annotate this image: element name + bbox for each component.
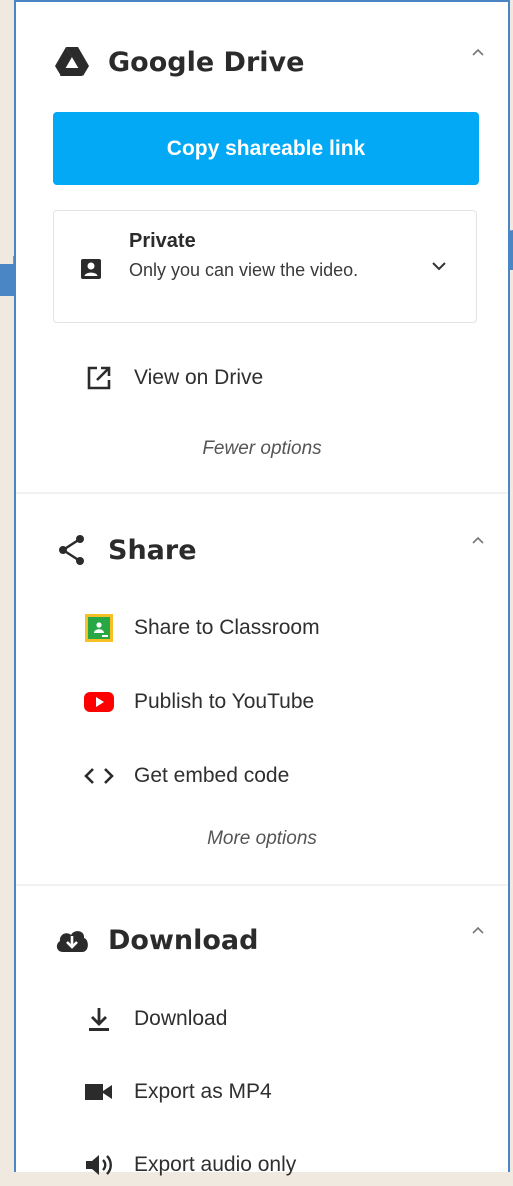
export-audio-item[interactable]: Export audio only xyxy=(82,1147,296,1183)
cloud-download-icon xyxy=(54,922,90,958)
collapse-share-icon[interactable] xyxy=(470,532,486,548)
export-mp4-item[interactable]: Export as MP4 xyxy=(82,1074,272,1110)
share-title: Share xyxy=(108,534,197,566)
share-section: Share Share to Classroom Publish to YouT… xyxy=(16,494,508,886)
download-item[interactable]: Download xyxy=(82,1001,227,1037)
code-icon xyxy=(82,759,116,793)
classroom-icon xyxy=(82,611,116,645)
share-header[interactable]: Share xyxy=(54,532,197,568)
chevron-down-icon[interactable] xyxy=(430,259,448,277)
get-embed-code-label: Get embed code xyxy=(134,764,290,787)
download-icon xyxy=(82,1002,116,1036)
fewer-options-link[interactable]: Fewer options xyxy=(16,438,508,460)
view-on-drive-link[interactable]: View on Drive xyxy=(82,360,263,396)
google-drive-title: Google Drive xyxy=(108,46,305,78)
view-on-drive-label: View on Drive xyxy=(134,366,264,389)
youtube-icon xyxy=(82,685,116,719)
more-options-link[interactable]: More options xyxy=(16,828,508,850)
get-embed-code-item[interactable]: Get embed code xyxy=(82,758,289,794)
copy-shareable-link-button[interactable]: Copy shareable link xyxy=(53,112,479,185)
collapse-drive-icon[interactable] xyxy=(470,44,486,60)
privacy-dropdown[interactable]: Private Only you can view the video. xyxy=(53,210,477,323)
video-camera-icon xyxy=(82,1075,116,1109)
collapse-download-icon[interactable] xyxy=(470,922,486,938)
publish-to-youtube-item[interactable]: Publish to YouTube xyxy=(82,684,314,720)
share-to-classroom-item[interactable]: Share to Classroom xyxy=(82,610,320,646)
download-section: Download Download Export as MP4 Export a… xyxy=(16,886,508,1186)
download-label: Download xyxy=(134,1007,228,1030)
publish-to-youtube-label: Publish to YouTube xyxy=(134,690,315,713)
share-icon xyxy=(54,532,90,568)
share-panel: Google Drive Copy shareable link Private… xyxy=(14,0,510,1176)
speaker-icon xyxy=(82,1148,116,1182)
share-to-classroom-label: Share to Classroom xyxy=(134,616,320,639)
google-drive-icon xyxy=(54,44,90,80)
export-audio-label: Export audio only xyxy=(134,1153,297,1176)
open-external-icon xyxy=(82,361,116,395)
google-drive-section: Google Drive Copy shareable link Private… xyxy=(16,2,508,494)
download-header[interactable]: Download xyxy=(54,922,258,958)
google-drive-header[interactable]: Google Drive xyxy=(54,44,304,80)
private-icon xyxy=(80,258,102,285)
export-mp4-label: Export as MP4 xyxy=(134,1080,272,1103)
download-title: Download xyxy=(108,924,259,956)
privacy-title: Private xyxy=(129,230,196,252)
privacy-description: Only you can view the video. xyxy=(129,260,359,280)
